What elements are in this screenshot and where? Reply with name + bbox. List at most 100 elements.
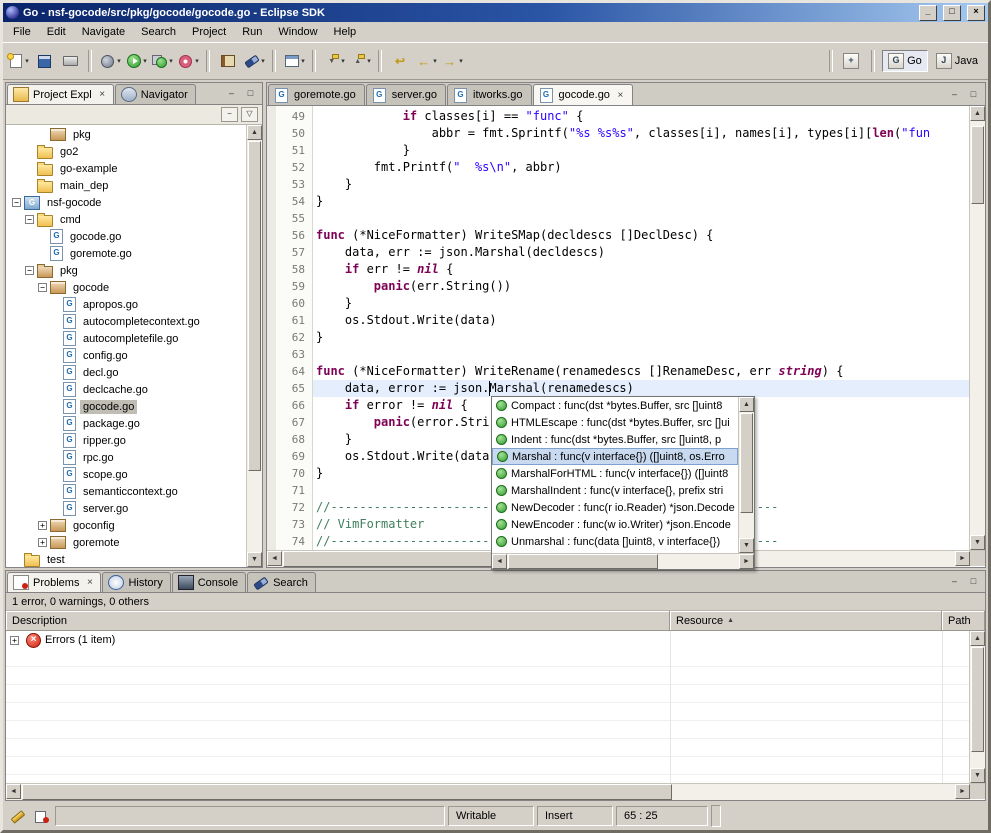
tree-item-semanticcontext-go[interactable]: semanticcontext.go — [6, 483, 246, 500]
tree-item-test[interactable]: test — [6, 551, 246, 567]
open-type-button[interactable]: ▾ — [281, 49, 307, 73]
completion-item[interactable]: Unmarshal : func(data []uint8, v interfa… — [492, 533, 738, 550]
tree-item-goconfig[interactable]: +goconfig — [6, 517, 246, 534]
scroll-down-icon[interactable]: ▼ — [247, 552, 262, 567]
expand-icon[interactable]: + — [38, 521, 47, 530]
dropdown-arrow-icon[interactable]: ▾ — [367, 57, 371, 65]
dropdown-arrow-icon[interactable]: ▾ — [195, 57, 199, 65]
tree-item-pkg[interactable]: −pkg — [6, 262, 246, 279]
tree-item-goremote[interactable]: +goremote — [6, 534, 246, 551]
column-header-resource[interactable]: Resource▲ — [670, 611, 942, 630]
scroll-down-icon[interactable]: ▼ — [970, 535, 985, 550]
scroll-up-icon[interactable]: ▲ — [970, 106, 985, 121]
tree-item-autocompletefile-go[interactable]: autocompletefile.go — [6, 330, 246, 347]
minimize-view-icon[interactable]: – — [946, 575, 963, 590]
scroll-thumb[interactable] — [22, 784, 672, 800]
scroll-left-icon[interactable]: ◄ — [267, 551, 282, 566]
new-wizard-button[interactable]: ▾ — [5, 49, 31, 73]
minimize-button[interactable]: _ — [919, 5, 937, 21]
tree-item-autocompletecontext-go[interactable]: autocompletecontext.go — [6, 313, 246, 330]
tree-item-rpc-go[interactable]: rpc.go — [6, 449, 246, 466]
expand-icon[interactable]: + — [38, 538, 47, 547]
scroll-left-icon[interactable]: ◄ — [492, 554, 507, 569]
menu-edit[interactable]: Edit — [39, 23, 74, 41]
scroll-right-icon[interactable]: ► — [955, 551, 970, 566]
scroll-thumb[interactable] — [971, 126, 984, 204]
tab-project-explorer[interactable]: Project Expl× — [7, 84, 114, 104]
close-icon[interactable]: × — [84, 577, 95, 588]
completion-item[interactable]: MarshalIndent : func(v interface{}, pref… — [492, 482, 738, 499]
tree-item-server-go[interactable]: server.go — [6, 500, 246, 517]
scroll-thumb[interactable] — [508, 554, 658, 569]
editor-tab-itworks-go[interactable]: itworks.go — [447, 84, 532, 105]
open-resource-button[interactable] — [215, 49, 241, 73]
minimize-view-icon[interactable]: – — [223, 87, 240, 102]
tree-item-gocode[interactable]: −gocode — [6, 279, 246, 296]
view-menu-icon[interactable]: ▽ — [241, 107, 258, 122]
scroll-right-icon[interactable]: ► — [955, 784, 970, 799]
completion-item[interactable]: Compact : func(dst *bytes.Buffer, src []… — [492, 397, 738, 414]
close-icon[interactable]: × — [97, 89, 108, 100]
tree-item-gocode-go[interactable]: gocode.go — [6, 228, 246, 245]
project-tree[interactable]: pkggo2go-examplemain_dep−nsf-gocode−cmdg… — [6, 125, 246, 567]
column-header-path[interactable]: Path — [942, 611, 985, 630]
tab-problems[interactable]: Problems× — [7, 572, 101, 592]
menu-help[interactable]: Help — [326, 23, 365, 41]
last-edit-location-button[interactable] — [387, 49, 413, 73]
completion-item[interactable]: NewDecoder : func(r io.Reader) *json.Dec… — [492, 499, 738, 516]
column-header-description[interactable]: Description — [6, 611, 670, 630]
expand-icon[interactable]: + — [10, 636, 19, 645]
tree-item-apropos-go[interactable]: apropos.go — [6, 296, 246, 313]
completion-item[interactable]: NewEncoder : func(w io.Writer) *json.Enc… — [492, 516, 738, 533]
menu-run[interactable]: Run — [234, 23, 270, 41]
run-last-tool-button[interactable]: ▾ — [149, 49, 175, 73]
debug-button[interactable]: ▾ — [97, 49, 123, 73]
menu-file[interactable]: File — [5, 23, 39, 41]
close-button[interactable]: × — [967, 5, 985, 21]
search-button[interactable]: ▾ — [241, 49, 267, 73]
maximize-view-icon[interactable]: □ — [965, 575, 982, 590]
expand-icon[interactable]: − — [25, 266, 34, 275]
menu-window[interactable]: Window — [270, 23, 325, 41]
tree-item-pkg[interactable]: pkg — [6, 126, 246, 143]
save-button[interactable] — [31, 49, 57, 73]
title-bar[interactable]: Go - nsf-gocode/src/pkg/gocode/gocode.go… — [3, 3, 988, 22]
problem-row[interactable]: +Errors (1 item) — [6, 631, 969, 649]
maximize-view-icon[interactable]: □ — [242, 87, 259, 102]
expand-icon[interactable]: − — [25, 215, 34, 224]
collapse-all-icon[interactable]: − — [221, 107, 238, 122]
completion-item[interactable]: MarshalForHTML : func(v interface{}) ([]… — [492, 465, 738, 482]
scroll-thumb[interactable] — [971, 647, 984, 752]
scroll-up-icon[interactable]: ▲ — [970, 631, 985, 646]
forward-button[interactable]: ▾ — [439, 49, 465, 73]
perspective-java[interactable]: JJava — [930, 50, 984, 72]
editor-tab-server-go[interactable]: server.go — [366, 84, 446, 105]
completion-item[interactable]: Marshal : func(v interface{}) ([]uint8, … — [492, 448, 738, 465]
print-button[interactable] — [57, 49, 83, 73]
tab-history[interactable]: History — [102, 572, 170, 592]
tree-item-nsf-gocode[interactable]: −nsf-gocode — [6, 194, 246, 211]
tree-item-go-example[interactable]: go-example — [6, 160, 246, 177]
completion-item[interactable]: Indent : func(dst *bytes.Buffer, src []u… — [492, 431, 738, 448]
maximize-view-icon[interactable]: □ — [965, 88, 982, 103]
scroll-right-icon[interactable]: ► — [739, 554, 754, 569]
dropdown-arrow-icon[interactable]: ▾ — [301, 57, 305, 65]
scroll-thumb[interactable] — [248, 141, 261, 471]
tree-item-declcache-go[interactable]: declcache.go — [6, 381, 246, 398]
dropdown-arrow-icon[interactable]: ▾ — [25, 57, 29, 65]
scroll-left-icon[interactable]: ◄ — [6, 784, 21, 799]
tree-item-main-dep[interactable]: main_dep — [6, 177, 246, 194]
run-button[interactable]: ▾ — [123, 49, 149, 73]
tree-item-config-go[interactable]: config.go — [6, 347, 246, 364]
scroll-up-icon[interactable]: ▲ — [247, 125, 262, 140]
scroll-down-icon[interactable]: ▼ — [739, 538, 754, 553]
minimize-view-icon[interactable]: – — [946, 88, 963, 103]
statusbar-pencil-icon[interactable] — [7, 806, 28, 826]
tree-item-scope-go[interactable]: scope.go — [6, 466, 246, 483]
editor-tab-gocode-go[interactable]: gocode.go× — [533, 84, 633, 105]
dropdown-arrow-icon[interactable]: ▾ — [459, 57, 463, 65]
statusbar-badge-icon[interactable] — [31, 806, 52, 826]
dropdown-arrow-icon[interactable]: ▾ — [261, 57, 265, 65]
expand-icon[interactable]: − — [38, 283, 47, 292]
previous-annotation-button[interactable]: ▾ — [347, 49, 373, 73]
